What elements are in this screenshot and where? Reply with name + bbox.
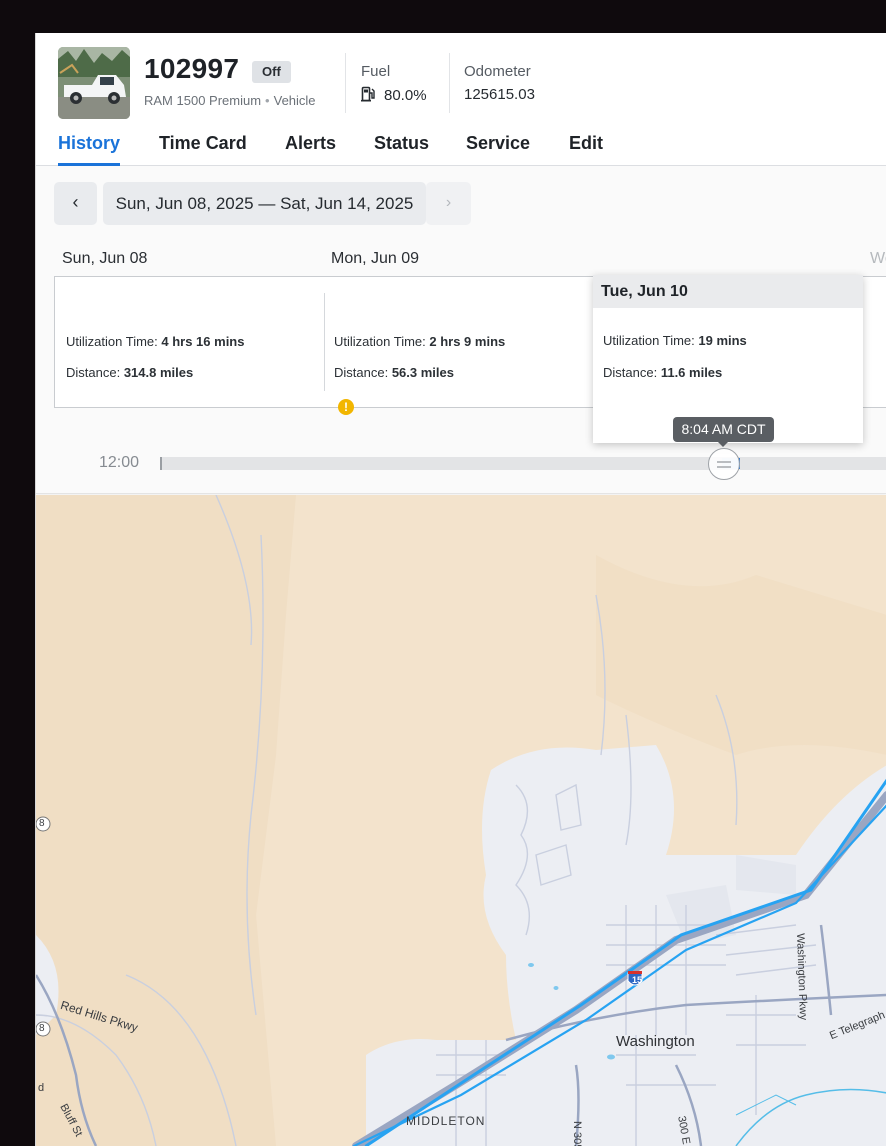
date-range-button[interactable]: Sun, Jun 08, 2025 — Sat, Jun 14, 2025 — [103, 182, 426, 225]
tue-distance: Distance: 11.6 miles — [603, 365, 722, 380]
vehicle-model: RAM 1500 Premium — [144, 93, 262, 108]
status-badge: Off — [252, 61, 291, 83]
vehicle-detail-panel: 102997 Off RAM 1500 Premium • Vehicle Fuel… — [35, 33, 886, 1146]
fuel-value: 80.0% — [384, 87, 427, 104]
tab-service[interactable]: Service — [466, 133, 530, 166]
separator-dot: • — [265, 93, 270, 108]
map-label-n-3050-e: N 3050 E — [571, 1121, 583, 1146]
map-label-edge: d — [38, 1082, 45, 1094]
route-18-shield: 8 — [39, 818, 45, 829]
tab-history[interactable]: History — [58, 133, 121, 166]
fuel-metric: 80.0% — [361, 86, 427, 106]
vehicle-type: Vehicle — [273, 93, 316, 108]
timeline-scrubber-handle[interactable] — [708, 448, 740, 480]
utilization-value: 2 hrs 9 mins — [429, 334, 506, 349]
timeline-track[interactable] — [160, 457, 886, 470]
chevron-right-icon: › — [445, 194, 452, 211]
window-top-edge — [0, 0, 886, 33]
map-label-middleton: MIDDLETON — [406, 1114, 486, 1128]
sun-utilization[interactable]: Utilization Time: 4 hrs 16 mins — [66, 334, 244, 349]
odometer-label: Odometer — [464, 63, 531, 80]
distance-label: Distance: — [66, 365, 121, 380]
warning-icon[interactable]: ! — [338, 399, 354, 415]
previous-week-button[interactable]: ‹ — [54, 182, 97, 225]
tab-alerts[interactable]: Alerts — [285, 133, 336, 166]
fuel-pump-icon — [361, 86, 376, 106]
day-header-mon[interactable]: Mon, Jun 09 — [331, 250, 419, 268]
timeline-start-label: 12:00 — [99, 454, 140, 471]
distance-value: 314.8 miles — [123, 365, 194, 380]
distance-value: 56.3 miles — [391, 365, 454, 380]
selected-day-header: Tue, Jun 10 — [593, 275, 863, 308]
fuel-label: Fuel — [361, 63, 391, 80]
distance-value: 11.6 miles — [660, 365, 723, 380]
sun-distance[interactable]: Distance: 314.8 miles — [66, 365, 193, 380]
tab-time-card[interactable]: Time Card — [159, 133, 247, 166]
vehicle-id: 102997 — [144, 53, 240, 84]
map-canvas — [36, 495, 886, 1146]
time-tooltip: 8:04 AM CDT — [673, 417, 774, 447]
header-divider — [345, 53, 346, 113]
odometer-value: 125615.03 — [464, 86, 535, 103]
vehicle-subtitle: RAM 1500 Premium • Vehicle — [144, 93, 316, 108]
next-week-button[interactable]: › — [426, 182, 471, 225]
utilization-value: 4 hrs 16 mins — [161, 334, 245, 349]
tue-utilization: Utilization Time: 19 mins — [603, 333, 747, 348]
tab-edit[interactable]: Edit — [569, 133, 603, 166]
map-view[interactable]: 8 8 15 Red Hills Pkwy Washington MIDDLET… — [36, 495, 886, 1146]
window-left-edge — [0, 0, 35, 1146]
mon-distance[interactable]: Distance: 56.3 miles — [334, 365, 454, 380]
distance-label: Distance: — [603, 365, 658, 380]
tab-bar: History Time Card Alerts Status Service … — [36, 130, 886, 166]
day-column-divider — [324, 293, 325, 391]
utilization-label: Utilization Time: — [603, 333, 695, 348]
mon-utilization[interactable]: Utilization Time: 2 hrs 9 mins — [334, 334, 505, 349]
day-header-wed[interactable]: We — [870, 250, 886, 268]
route-18-shield: 8 — [39, 1023, 45, 1034]
history-panel: ‹ Sun, Jun 08, 2025 — Sat, Jun 14, 2025 … — [36, 166, 886, 494]
chevron-left-icon: ‹ — [72, 192, 79, 212]
day-header-sun[interactable]: Sun, Jun 08 — [62, 250, 147, 268]
distance-label: Distance: — [334, 365, 389, 380]
header-divider — [449, 53, 450, 113]
interstate-15-shield: 15 — [632, 975, 643, 985]
vehicle-photo — [58, 47, 130, 119]
map-label-washington: Washington — [616, 1033, 695, 1050]
utilization-label: Utilization Time: — [334, 334, 426, 349]
utilization-value: 19 mins — [698, 333, 747, 348]
utilization-label: Utilization Time: — [66, 334, 158, 349]
tab-status[interactable]: Status — [374, 133, 429, 166]
